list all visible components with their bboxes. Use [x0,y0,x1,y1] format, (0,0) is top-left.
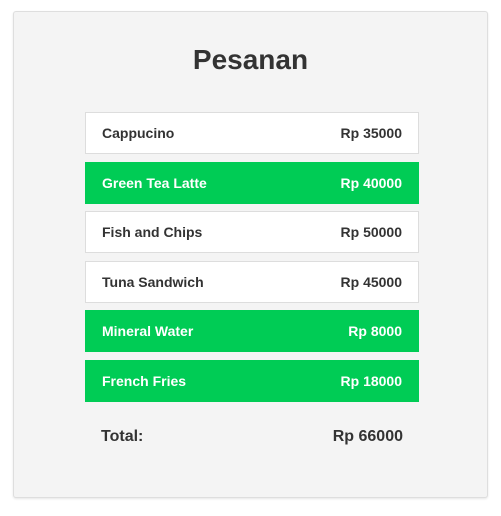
list-item-green-tea-latte[interactable]: Green Tea Latte Rp 40000 [85,161,419,204]
order-total: Total: Rp 66000 [101,428,403,446]
list-item-french-fries[interactable]: French Fries Rp 18000 [85,359,419,402]
item-name: French Fries [102,372,187,389]
item-name: Mineral Water [102,323,194,340]
item-price: Rp 35000 [340,125,402,141]
item-name: Cappucino [102,125,175,141]
item-name: Fish and Chips [102,224,203,241]
item-price: Rp 18000 [340,372,402,389]
list-item-cappucino[interactable]: Cappucino Rp 35000 [85,112,419,154]
item-name: Green Tea Latte [102,174,207,191]
order-list: Cappucino Rp 35000 Green Tea Latte Rp 40… [85,112,419,410]
list-item-tuna-sandwich[interactable]: Tuna Sandwich Rp 45000 [85,260,419,303]
item-name: Tuna Sandwich [102,273,204,290]
item-price: Rp 8000 [348,323,402,340]
page-title: Pesanan [192,44,309,75]
item-price: Rp 50000 [340,224,402,241]
list-item-mineral-water[interactable]: Mineral Water Rp 8000 [85,310,419,353]
item-price: Rp 40000 [340,174,402,191]
total-label: Total: [101,428,144,445]
item-price: Rp 45000 [340,273,402,290]
order-card: Pesanan Cappucino Rp 35000 Green Tea Lat… [13,11,488,498]
list-item-fish-and-chips[interactable]: Fish and Chips Rp 50000 [85,211,419,254]
total-value: Rp 66000 [332,428,403,445]
